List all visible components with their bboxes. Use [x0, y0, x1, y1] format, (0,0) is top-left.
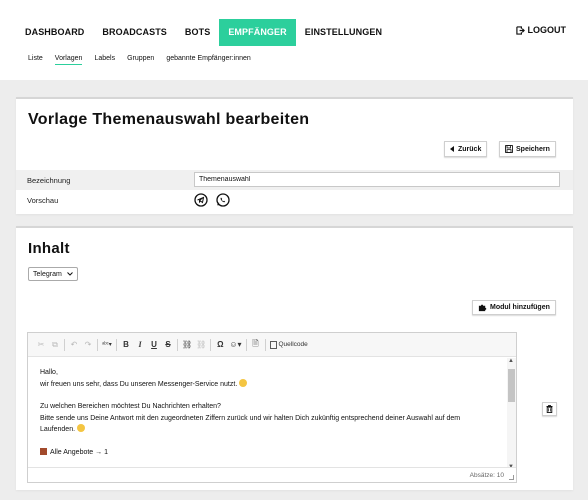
- toolbar-separator: [64, 338, 65, 351]
- trash-icon: [546, 405, 553, 413]
- editor-line-question: Zu welchen Bereichen möchtest Du Nachric…: [40, 403, 221, 410]
- editor-line-instruction: Bitte sende uns Deine Antwort mit den zu…: [40, 414, 461, 422]
- content-title: Inhalt: [28, 240, 70, 257]
- editor-line-intro-text: wir freuen uns sehr, dass Du unseren Mes…: [40, 380, 238, 388]
- telegram-icon[interactable]: [194, 193, 208, 207]
- page-title: Vorlage Themenauswahl bearbeiten: [28, 111, 310, 128]
- source-code-label: Quellcode: [278, 341, 308, 348]
- back-button[interactable]: Zurück: [444, 141, 488, 157]
- chevron-down-icon: [66, 272, 73, 276]
- name-row: Bezeichnung: [16, 170, 573, 190]
- source-code-button[interactable]: Quellcode: [269, 337, 308, 353]
- smile-emoji-icon: [77, 424, 86, 432]
- editor-blank-line: [40, 436, 505, 447]
- chevron-left-icon: [450, 146, 454, 152]
- channel-select-value: Telegram: [33, 270, 62, 278]
- editor-line-instruction-end-text: Laufenden.: [40, 426, 76, 433]
- cut-icon[interactable]: ✂: [36, 337, 46, 353]
- floppy-disk-icon: [505, 145, 513, 153]
- editor-line-intro: wir freuen uns sehr, dass Du unseren Mes…: [40, 378, 505, 391]
- delete-module-button[interactable]: [542, 402, 557, 416]
- undo-icon[interactable]: ↶: [69, 337, 79, 353]
- scrollbar-thumb[interactable]: [508, 369, 515, 402]
- toolbar-separator: [116, 338, 117, 351]
- document-icon[interactable]: 🗎: [251, 337, 261, 353]
- copy-icon[interactable]: ⧉: [50, 337, 60, 353]
- top-navigation: DASHBOARD BROADCASTS BOTS EMPFÄNGER EINS…: [0, 0, 588, 80]
- link-icon[interactable]: ⛓: [182, 337, 192, 353]
- editor-toolbar: ✂ ⧉ ↶ ↷ ᵃᵇᶜ▾ B I U S ⛓ ⛓ Ω ☺▾ 🗎 Quellcod…: [28, 333, 516, 357]
- preview-row: Vorschau: [16, 190, 573, 210]
- puzzle-icon: [478, 304, 487, 312]
- editor-statusbar: Absätze: 10: [28, 467, 516, 482]
- subnav-labels[interactable]: Labels: [94, 55, 115, 65]
- bold-icon[interactable]: B: [121, 337, 131, 353]
- save-button-label: Speichern: [516, 145, 550, 153]
- resize-handle[interactable]: [509, 475, 514, 480]
- source-code-icon: [269, 340, 277, 349]
- toolbar-separator: [264, 338, 266, 351]
- nav-dashboard[interactable]: DASHBOARD: [16, 19, 93, 46]
- underline-icon[interactable]: U: [149, 337, 159, 353]
- save-button[interactable]: Speichern: [499, 141, 556, 157]
- logout-icon: [515, 25, 525, 35]
- template-edit-card: Vorlage Themenauswahl bearbeiten Zurück …: [16, 97, 573, 214]
- sub-nav: Liste Vorlagen Labels Gruppen gebannte E…: [28, 55, 251, 65]
- strikethrough-icon[interactable]: S: [163, 337, 173, 353]
- add-module-button[interactable]: Modul hinzufügen: [472, 300, 556, 315]
- toolbar-separator: [210, 338, 212, 351]
- nav-bots[interactable]: BOTS: [176, 19, 219, 46]
- toolbar-separator: [177, 338, 178, 351]
- channel-select[interactable]: Telegram: [28, 267, 78, 281]
- unlink-icon[interactable]: ⛓: [196, 337, 206, 353]
- logout-button[interactable]: LOGOUT: [515, 25, 567, 35]
- toolbar-separator: [97, 338, 98, 351]
- editor-content[interactable]: Hallo, wir freuen uns sehr, dass Du unse…: [40, 367, 505, 458]
- preview-label: Vorschau: [27, 196, 59, 205]
- smile-emoji-icon: [239, 378, 248, 387]
- subnav-liste[interactable]: Liste: [28, 55, 43, 65]
- editor-line-instruction-end: Laufenden.: [40, 424, 505, 436]
- subnav-vorlagen[interactable]: Vorlagen: [54, 55, 83, 65]
- add-module-label: Modul hinzufügen: [490, 304, 550, 311]
- scroll-up-icon[interactable]: ▲: [508, 358, 514, 364]
- paragraph-count: Absätze: 10: [469, 472, 504, 479]
- back-button-label: Zurück: [458, 145, 482, 153]
- editor-blank-line: [40, 390, 505, 401]
- main-nav: DASHBOARD BROADCASTS BOTS EMPFÄNGER EINS…: [16, 19, 391, 46]
- toolbar-separator: [245, 338, 247, 351]
- editor-line-option-1: Alle Angebote → 1: [40, 447, 505, 459]
- name-label: Bezeichnung: [27, 176, 71, 185]
- name-input[interactable]: [194, 172, 560, 187]
- emoji-icon[interactable]: ☺▾: [229, 337, 241, 353]
- gift-emoji-icon: [40, 447, 47, 455]
- logout-label: LOGOUT: [527, 25, 567, 35]
- redo-icon[interactable]: ↷: [83, 337, 93, 353]
- rich-text-editor[interactable]: ✂ ⧉ ↶ ↷ ᵃᵇᶜ▾ B I U S ⛓ ⛓ Ω ☺▾ 🗎 Quellcod…: [27, 332, 517, 483]
- special-char-icon[interactable]: Ω: [215, 337, 225, 353]
- whatsapp-icon[interactable]: [216, 193, 230, 207]
- editor-scrollbar[interactable]: ▲ ▼: [507, 358, 516, 470]
- subnav-gruppen[interactable]: Gruppen: [127, 55, 154, 65]
- subnav-gebannte[interactable]: gebannte Empfänger:innen: [166, 55, 250, 65]
- editor-line-greeting: Hallo,: [40, 369, 58, 376]
- italic-icon[interactable]: I: [135, 337, 145, 353]
- content-card: Inhalt Telegram Modul hinzufügen ✂ ⧉ ↶ ↷…: [16, 226, 573, 490]
- nav-broadcasts[interactable]: BROADCASTS: [93, 19, 176, 46]
- nav-empfaenger[interactable]: EMPFÄNGER: [219, 19, 296, 46]
- spellcheck-icon[interactable]: ᵃᵇᶜ▾: [102, 337, 112, 353]
- nav-einstellungen[interactable]: EINSTELLUNGEN: [296, 19, 391, 46]
- editor-line-option-1-text: Alle Angebote → 1: [50, 448, 108, 456]
